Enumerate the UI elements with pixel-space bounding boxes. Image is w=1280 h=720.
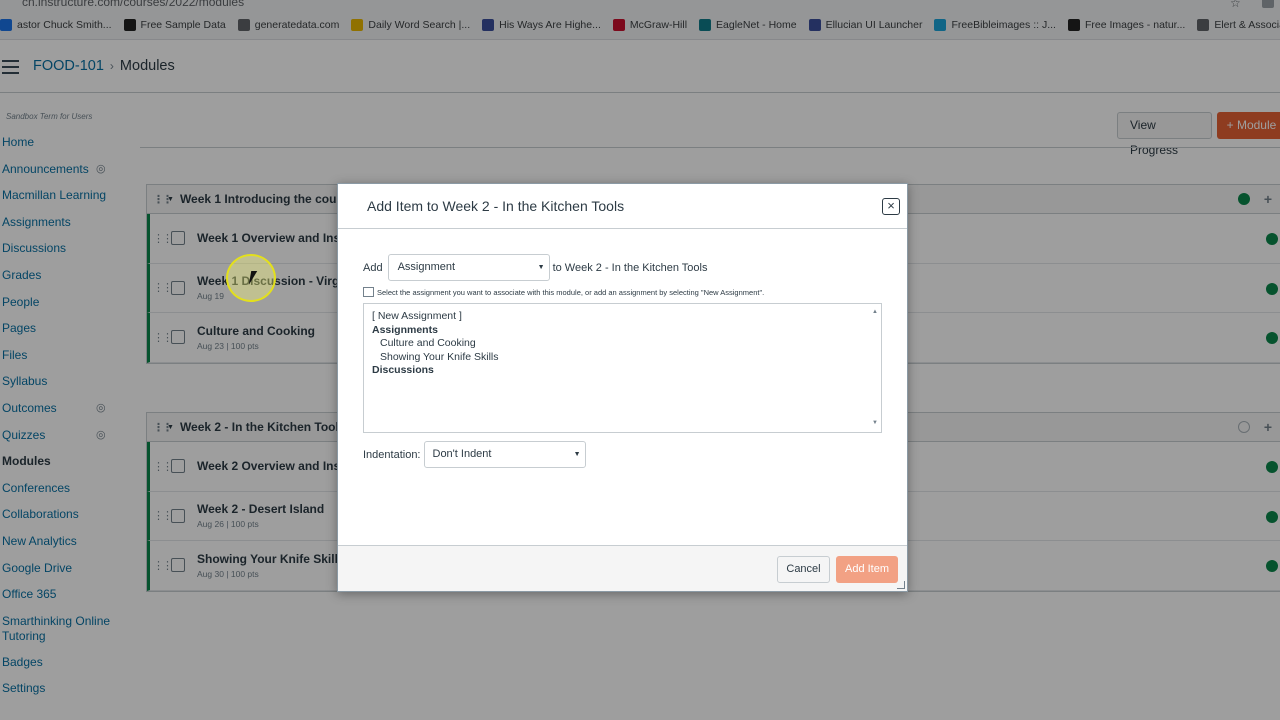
listbox-option[interactable]: Culture and Cooking: [372, 337, 873, 351]
add-item-button[interactable]: Add Item: [836, 556, 898, 583]
chevron-down-icon: ▼: [537, 264, 545, 271]
chevron-down-icon: ▼: [573, 451, 581, 458]
listbox-option[interactable]: Showing Your Knife Skills: [372, 351, 873, 365]
add-item-dialog: Add Item to Week 2 - In the Kitchen Tool…: [337, 183, 908, 592]
edit-icon: [363, 287, 374, 297]
scroll-down-icon[interactable]: ▼: [872, 417, 878, 431]
cancel-button[interactable]: Cancel: [777, 556, 830, 583]
listbox-option[interactable]: [ New Assignment ]: [372, 310, 873, 324]
item-type-value: Assignment: [397, 261, 456, 273]
scroll-up-icon[interactable]: ▲: [872, 306, 878, 320]
dialog-footer: Cancel Add Item: [338, 545, 907, 591]
scrollbar[interactable]: ▲ ▼: [869, 304, 881, 432]
add-label: Add: [363, 261, 383, 274]
indent-select[interactable]: Don't Indent ▼: [423, 441, 586, 468]
help-text: Select the assignment you want to associ…: [377, 287, 765, 297]
listbox-group-label: Discussions: [372, 364, 434, 376]
help-row: Select the assignment you want to associ…: [363, 287, 764, 297]
indent-row: Indentation: Don't Indent ▼: [363, 441, 586, 468]
resize-handle-icon[interactable]: [897, 581, 905, 589]
listbox-group-label: Assignments: [372, 323, 438, 336]
close-icon[interactable]: ×: [882, 198, 900, 215]
dialog-title: Add Item to Week 2 - In the Kitchen Tool…: [367, 198, 625, 214]
item-type-select[interactable]: Assignment ▼: [387, 254, 550, 281]
indent-label: Indentation:: [363, 448, 421, 461]
to-module-label: to Week 2 - In the Kitchen Tools: [552, 261, 708, 274]
indent-value: Don't Indent: [432, 448, 492, 460]
assignment-listbox[interactable]: [ New Assignment ] Assignments Culture and…: [363, 303, 882, 433]
add-row: Add Assignment ▼ to Week 2 - In the Kitc…: [363, 254, 707, 281]
dialog-header: Add Item to Week 2 - In the Kitchen Tool…: [338, 184, 907, 229]
